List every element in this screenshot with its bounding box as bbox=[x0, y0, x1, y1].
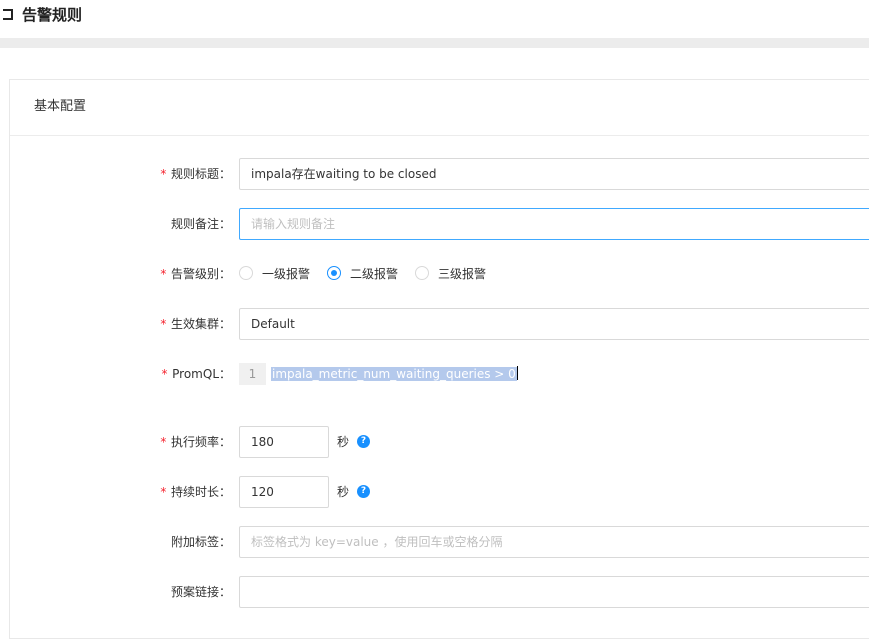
page-header: 告警规则 bbox=[0, 0, 869, 38]
rule-note-row: 规则备注： 请输入规则备注 bbox=[0, 208, 869, 240]
radio-label: 一级报警 bbox=[262, 267, 311, 281]
selected-code: impala_metric_num_waiting_queries > 0 bbox=[271, 367, 517, 381]
runbook-label: 预案链接： bbox=[170, 585, 231, 599]
rule-title-row: * 规则标题： impala存在waiting to be closed bbox=[0, 158, 869, 190]
question-icon[interactable]: ? bbox=[357, 485, 370, 498]
promql-editor[interactable]: 1 impala_metric_num_waiting_queries > 0 bbox=[239, 358, 869, 390]
duration-input[interactable]: 120 bbox=[239, 476, 329, 508]
code-line[interactable]: impala_metric_num_waiting_queries > 0 bbox=[271, 363, 518, 385]
promql-label: * PromQL： bbox=[160, 367, 231, 381]
radio-label: 二级报警 bbox=[350, 267, 399, 281]
radio-circle[interactable] bbox=[415, 266, 429, 280]
required-mark: * bbox=[159, 435, 167, 449]
promql-row: * PromQL： 1 impala_metric_num_waiting_que… bbox=[0, 358, 869, 390]
radio-label: 三级报警 bbox=[438, 267, 487, 281]
runbook-row: 预案链接： bbox=[0, 576, 869, 608]
exec-freq-label: * 执行频率： bbox=[159, 435, 231, 449]
radio-circle[interactable] bbox=[239, 266, 253, 280]
radio-circle-checked[interactable] bbox=[327, 266, 341, 280]
cluster-select[interactable]: Default bbox=[239, 308, 869, 340]
duration-row: * 持续时长： 120 秒 ? bbox=[0, 476, 869, 508]
alert-level-row: * 告警级别： 一级报警 二级报警 三级报警 bbox=[0, 258, 869, 290]
exec-freq-input[interactable]: 180 bbox=[239, 426, 329, 458]
duration-unit: 秒 bbox=[337, 485, 350, 499]
required-mark: * bbox=[159, 167, 167, 181]
extra-tags-input[interactable]: 标签格式为 key=value ，使用回车或空格分隔 bbox=[239, 526, 869, 558]
cluster-label: * 生效集群： bbox=[159, 317, 231, 331]
card-title: 基本配置 bbox=[34, 99, 87, 114]
extra-tags-row: 附加标签： 标签格式为 key=value ，使用回车或空格分隔 bbox=[0, 526, 869, 558]
required-mark: * bbox=[160, 367, 169, 381]
page-title: 告警规则 bbox=[22, 6, 83, 24]
rule-note-input[interactable]: 请输入规则备注 bbox=[239, 208, 869, 240]
question-icon[interactable]: ? bbox=[357, 435, 370, 448]
rule-title-label: * 规则标题： bbox=[159, 167, 231, 181]
header-divider bbox=[0, 38, 869, 48]
alert-level-label: * 告警级别： bbox=[159, 267, 231, 281]
exec-freq-row: * 执行频率： 180 秒 ? bbox=[0, 426, 869, 458]
required-mark: * bbox=[159, 317, 167, 331]
exec-freq-unit: 秒 bbox=[337, 435, 350, 449]
cluster-row: * 生效集群： Default bbox=[0, 308, 869, 340]
rule-title-input[interactable]: impala存在waiting to be closed bbox=[239, 158, 869, 190]
text-cursor bbox=[516, 366, 518, 380]
runbook-input[interactable] bbox=[239, 576, 869, 608]
required-mark: * bbox=[159, 485, 167, 499]
rule-note-label: 规则备注： bbox=[170, 217, 231, 231]
extra-tags-label: 附加标签： bbox=[170, 535, 231, 549]
required-mark: * bbox=[159, 267, 167, 281]
duration-label: * 持续时长： bbox=[159, 485, 231, 499]
card-header: 基本配置 bbox=[10, 80, 869, 136]
bracket-icon bbox=[3, 9, 13, 20]
rule-note-placeholder: 请输入规则备注 bbox=[251, 217, 336, 231]
line-number: 1 bbox=[239, 363, 266, 385]
extra-tags-placeholder: 标签格式为 key=value ，使用回车或空格分隔 bbox=[251, 535, 503, 549]
